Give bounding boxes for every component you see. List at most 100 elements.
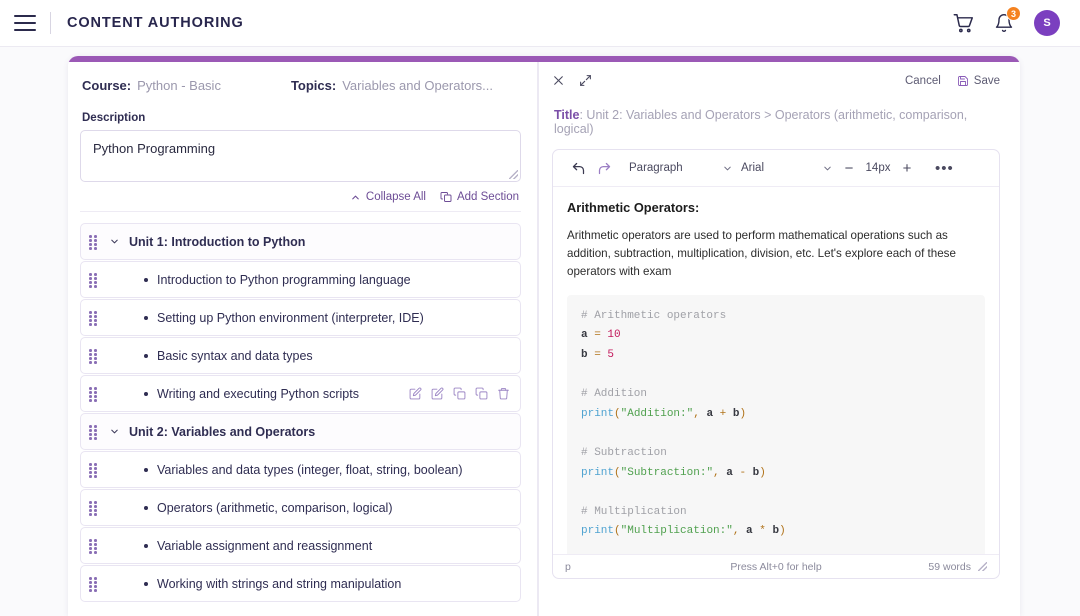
outline-row-label: Basic syntax and data types <box>157 349 313 363</box>
font-size-stepper: − 14px + <box>839 161 917 176</box>
outline-topic-row[interactable]: Operators (arithmetic, comparison, logic… <box>80 489 521 526</box>
drag-handle-icon[interactable] <box>89 463 98 476</box>
add-section-button[interactable]: Add Section <box>440 191 519 203</box>
drag-handle-icon[interactable] <box>89 501 98 514</box>
chevron-down-icon[interactable] <box>109 236 120 247</box>
outline-row-label: Unit 1: Introduction to Python <box>129 235 305 249</box>
bullet-icon <box>144 506 148 510</box>
block-format-value: Paragraph <box>629 162 683 174</box>
increase-font-size-button[interactable]: + <box>897 161 917 176</box>
content-card: Course: Python - Basic Topics: Variables… <box>68 56 1020 616</box>
code-token: b <box>581 349 588 361</box>
code-token: = <box>588 349 608 361</box>
help-hint: Press Alt+0 for help <box>553 561 999 573</box>
shopping-cart-icon[interactable] <box>953 13 974 34</box>
drag-handle-icon[interactable] <box>89 387 98 400</box>
bullet-icon <box>144 354 148 358</box>
code-block: # Arithmetic operators a = 10 b = 5 # Ad… <box>567 295 985 554</box>
duplicate-icon[interactable] <box>475 387 488 400</box>
edit-icon[interactable] <box>409 387 422 400</box>
chevron-down-icon <box>822 163 833 174</box>
description-input[interactable]: Python Programming <box>80 130 521 182</box>
breadcrumb: Course: Python - Basic Topics: Variables… <box>80 74 521 93</box>
outline-row-label: Variables and data types (integer, float… <box>157 463 463 477</box>
course-outline-pane: Course: Python - Basic Topics: Variables… <box>68 62 538 616</box>
outline-unit-row[interactable]: Unit 2: Variables and Operators <box>80 413 521 450</box>
save-label: Save <box>974 75 1000 87</box>
code-token: # Subtraction <box>581 447 667 459</box>
app-header: CONTENT AUTHORING 3 S <box>0 0 1080 47</box>
outline-row-label: Variable assignment and reassignment <box>157 539 372 553</box>
chevron-up-icon <box>350 192 361 203</box>
outline-unit-row[interactable]: Unit 1: Introduction to Python <box>80 223 521 260</box>
drag-handle-icon[interactable] <box>89 311 98 324</box>
outline-topic-row[interactable]: Setting up Python environment (interpret… <box>80 299 521 336</box>
resize-handle-icon[interactable] <box>509 170 518 179</box>
header-divider <box>50 12 51 34</box>
bullet-icon <box>144 468 148 472</box>
editor-status-bar: p Press Alt+0 for help 59 words <box>553 554 999 578</box>
outline-toolbar: Collapse All Add Section <box>80 182 521 212</box>
outline-list: Unit 1: Introduction to Python Introducti… <box>80 223 521 602</box>
outline-row-label: Writing and executing Python scripts <box>157 387 359 401</box>
expand-icon[interactable] <box>579 74 592 87</box>
save-button[interactable]: Save <box>957 75 1000 87</box>
code-token: ( <box>614 525 621 537</box>
delete-icon[interactable] <box>497 387 510 400</box>
code-token: * <box>753 525 773 537</box>
description-value: Python Programming <box>93 141 215 156</box>
drag-handle-icon[interactable] <box>89 425 98 438</box>
outline-topic-row[interactable]: Basic syntax and data types <box>80 337 521 374</box>
outline-topic-row[interactable]: Variables and data types (integer, float… <box>80 451 521 488</box>
code-token: , <box>693 408 706 420</box>
course-label: Course: <box>82 78 131 93</box>
bullet-icon <box>144 544 148 548</box>
code-token: a <box>726 467 733 479</box>
outline-topic-row[interactable]: Variable assignment and reassignment <box>80 527 521 564</box>
topics-value: Variables and Operators... <box>342 78 493 93</box>
edit-alt-icon[interactable] <box>431 387 444 400</box>
drag-handle-icon[interactable] <box>89 235 98 248</box>
redo-button[interactable] <box>591 161 617 176</box>
hamburger-menu-icon[interactable] <box>14 15 36 31</box>
notification-bell-icon[interactable]: 3 <box>994 13 1014 33</box>
pane-divider <box>538 62 539 616</box>
code-token: "Multiplication:" <box>621 525 733 537</box>
code-token: "Addition:" <box>621 408 694 420</box>
drag-handle-icon[interactable] <box>89 273 98 286</box>
font-family-select[interactable]: Arial <box>741 162 833 174</box>
code-token: print <box>581 408 614 420</box>
outline-topic-row[interactable]: Writing and executing Python scripts <box>80 375 521 412</box>
topic-title: Title: Unit 2: Variables and Operators >… <box>554 108 1000 136</box>
code-token: "Subtraction:" <box>621 467 713 479</box>
outline-row-label: Setting up Python environment (interpret… <box>157 311 424 325</box>
drag-handle-icon[interactable] <box>89 349 98 362</box>
code-token: = <box>588 329 608 341</box>
font-size-value[interactable]: 14px <box>861 162 895 174</box>
font-family-value: Arial <box>741 162 764 174</box>
outline-topic-row[interactable]: Working with strings and string manipula… <box>80 565 521 602</box>
cancel-button[interactable]: Cancel <box>905 75 941 87</box>
outline-row-label: Operators (arithmetic, comparison, logic… <box>157 501 393 515</box>
rich-text-editor: Paragraph Arial − 14px + <box>552 149 1000 579</box>
outline-row-label: Working with strings and string manipula… <box>157 577 401 591</box>
code-token: - <box>733 467 753 479</box>
undo-button[interactable] <box>565 161 591 176</box>
more-options-button[interactable]: ••• <box>935 164 954 173</box>
chevron-down-icon[interactable] <box>109 426 120 437</box>
drag-handle-icon[interactable] <box>89 577 98 590</box>
copy-icon[interactable] <box>453 387 466 400</box>
drag-handle-icon[interactable] <box>89 539 98 552</box>
decrease-font-size-button[interactable]: − <box>839 161 859 176</box>
redo-icon <box>597 161 612 176</box>
code-token: # Arithmetic operators <box>581 310 726 322</box>
topic-title-value: : Unit 2: Variables and Operators > Oper… <box>554 108 967 136</box>
editor-content[interactable]: Arithmetic Operators: Arithmetic operato… <box>553 187 999 554</box>
bullet-icon <box>144 582 148 586</box>
outline-topic-row[interactable]: Introduction to Python programming langu… <box>80 261 521 298</box>
avatar[interactable]: S <box>1034 10 1060 36</box>
block-format-select[interactable]: Paragraph <box>629 162 733 174</box>
code-token: , <box>733 525 746 537</box>
close-icon[interactable] <box>552 74 565 87</box>
collapse-all-button[interactable]: Collapse All <box>350 191 426 203</box>
